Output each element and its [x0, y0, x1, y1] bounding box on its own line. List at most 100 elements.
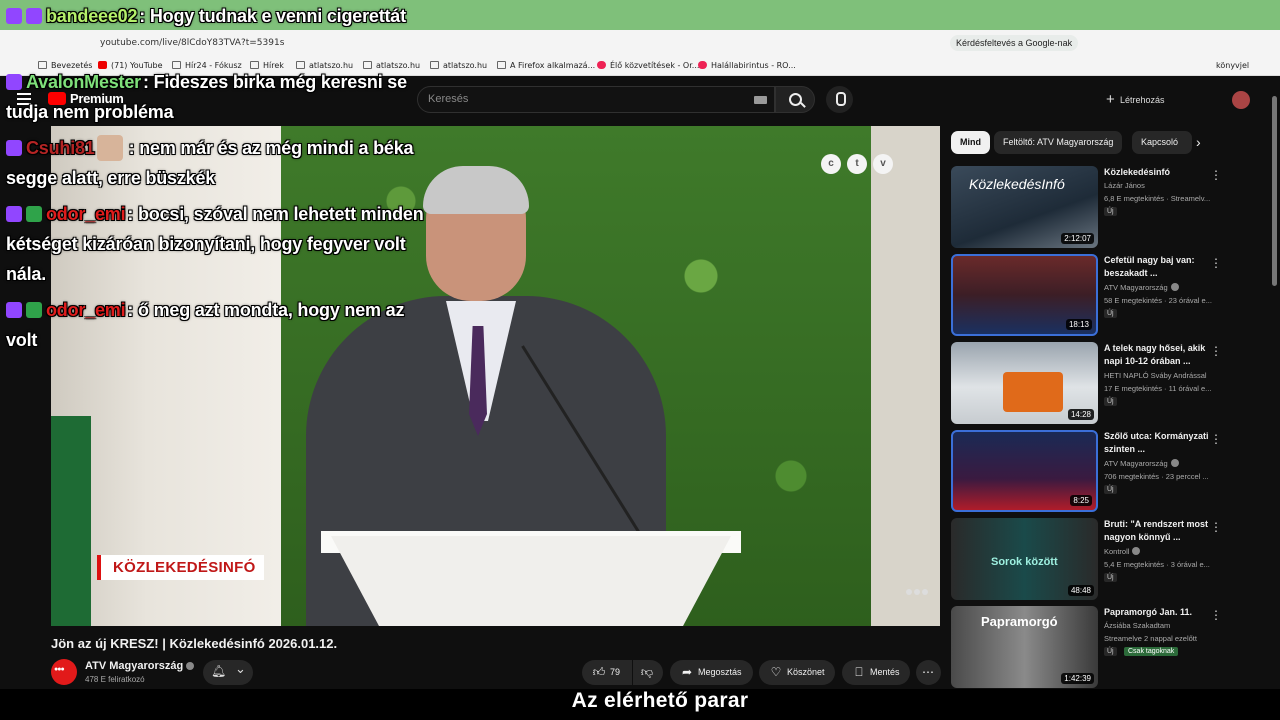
- user-avatar[interactable]: [1232, 91, 1250, 109]
- chat-message: odor_emi: ő meg azt mondta, hogy nem az …: [6, 295, 426, 355]
- recommendation-item[interactable]: Papramorgó 1:42:39 Papramorgó Jan. 11. Á…: [951, 606, 1271, 690]
- search-button[interactable]: [775, 86, 815, 113]
- chat-emote: [96, 135, 123, 161]
- save-button[interactable]: ⎕ Mentés: [842, 660, 910, 685]
- rec-channel[interactable]: Kontroll: [1104, 547, 1141, 556]
- recommendation-item[interactable]: 18:13 Cefetül nagy baj van: beszakadt ..…: [951, 254, 1271, 338]
- recommendation-item[interactable]: 14:28 A telek nagy hősei, akik napi 10-1…: [951, 342, 1271, 426]
- share-button[interactable]: ➦ Megosztás: [670, 660, 753, 685]
- new-badge: Új: [1104, 309, 1117, 318]
- more-vert-icon[interactable]: ⋮: [1210, 344, 1222, 358]
- thanks-icon: ♡: [770, 665, 782, 679]
- search-placeholder: Keresés: [428, 93, 469, 105]
- bookmark-item[interactable]: atlatszo.hu: [430, 59, 487, 73]
- rec-meta: Streamelve 2 nappal ezelőtt: [1104, 634, 1197, 643]
- new-badge: Új: [1104, 573, 1117, 582]
- recommendation-item[interactable]: Sorok között 48:48 Bruti: "A rendszert m…: [951, 518, 1271, 602]
- rec-channel[interactable]: HETI NAPLÓ Sváby Andrással: [1104, 371, 1207, 380]
- duration-badge: 18:13: [1065, 319, 1092, 330]
- bug-letter: v: [873, 154, 893, 174]
- chip-related[interactable]: Kapcsoló: [1132, 131, 1192, 154]
- channel-name[interactable]: ATV Magyarország: [85, 660, 195, 672]
- url-field[interactable]: youtube.com/live/8lCdoY83TVA?t=5391s: [100, 34, 940, 52]
- more-vert-icon[interactable]: ⋮: [1210, 168, 1222, 182]
- star-badge-icon: [26, 8, 42, 24]
- more-vert-icon[interactable]: ⋮: [1210, 432, 1222, 446]
- twitch-icon: [6, 140, 22, 156]
- duration-badge: 2:12:07: [1061, 233, 1094, 244]
- snowplow: [1003, 372, 1063, 412]
- check-badge-icon: [26, 206, 42, 222]
- video-thumbnail[interactable]: Papramorgó 1:42:39: [951, 606, 1098, 688]
- verified-icon: [186, 662, 195, 670]
- rec-title[interactable]: A telek nagy hősei, akik napi 10-12 óráb…: [1104, 342, 1212, 368]
- bug-letter: t: [847, 154, 867, 174]
- chat-message: Csuhi81: nem már és az még mindi a béka …: [6, 133, 426, 193]
- rec-title[interactable]: Cefetül nagy baj van: beszakadt ...: [1104, 254, 1212, 280]
- thumbnail-text: Sorok között: [991, 556, 1058, 568]
- notification-bell-button[interactable]: [203, 660, 253, 685]
- video-thumbnail[interactable]: Sorok között 48:48: [951, 518, 1098, 600]
- thumbnail-text: KözlekedésInfó: [969, 176, 1065, 192]
- rec-channel[interactable]: ATV Magyarország: [1104, 283, 1179, 292]
- channel-avatar[interactable]: [51, 659, 77, 685]
- new-badge: Új: [1104, 647, 1117, 656]
- thanks-button[interactable]: ♡ Köszönet: [759, 660, 835, 685]
- rec-channel[interactable]: Lázár János: [1104, 181, 1145, 190]
- duration-badge: 8:25: [1070, 495, 1092, 506]
- chat-username: bandeee02: [46, 6, 138, 26]
- twitch-icon: [6, 302, 22, 318]
- recommendation-item[interactable]: 8:25 Szőlő utca: Kormányzati szinten ...…: [951, 430, 1271, 514]
- subscriber-count: 478 E feliratkozó: [85, 675, 145, 684]
- video-thumbnail[interactable]: 8:25: [951, 430, 1098, 512]
- chip-uploader[interactable]: Feltöltő: ATV Magyarország: [994, 131, 1123, 154]
- rec-channel[interactable]: Ázsiába Szakadtam: [1104, 621, 1170, 630]
- bookmarks-overflow[interactable]: könyvjel: [1216, 59, 1249, 73]
- members-only-badge: Csak tagoknak: [1124, 647, 1179, 656]
- speaker-hair: [423, 166, 529, 214]
- rec-meta: 5,4 E megtekintés · 3 órával e...: [1104, 560, 1210, 569]
- dislike-button[interactable]: 👎︎: [633, 660, 663, 685]
- atv-dots-icon: [906, 589, 928, 595]
- chat-username: odor_emi: [46, 300, 126, 320]
- video-thumbnail[interactable]: 18:13: [951, 254, 1098, 336]
- twitch-icon: [6, 74, 22, 90]
- rec-channel[interactable]: ATV Magyarország: [1104, 459, 1179, 468]
- ask-google-chip[interactable]: Kérdésfeltevés a Google-nak: [950, 35, 1079, 51]
- share-icon: ➦: [681, 665, 693, 679]
- chat-username: Csuhi81: [26, 138, 95, 158]
- recommendation-item[interactable]: KözlekedésInfó 2:12:07 Közlekedésinfó Lá…: [951, 166, 1271, 250]
- more-actions-button[interactable]: ⋯: [916, 660, 941, 685]
- rec-title[interactable]: Szőlő utca: Kormányzati szinten ...: [1104, 430, 1212, 456]
- check-badge-icon: [26, 302, 42, 318]
- more-vert-icon[interactable]: ⋮: [1210, 608, 1222, 622]
- bookmark-item[interactable]: Élő közvetítések - Or...: [597, 59, 699, 73]
- rec-title[interactable]: Bruti: "A rendszert most nagyon könnyű .…: [1104, 518, 1212, 544]
- new-badge: Új: [1104, 207, 1117, 216]
- subtitle-bar: Az elérhető parar: [0, 689, 1280, 720]
- rec-title[interactable]: Papramorgó Jan. 11.: [1104, 606, 1212, 619]
- like-button[interactable]: 👍︎ 79: [582, 660, 632, 685]
- more-vert-icon[interactable]: ⋮: [1210, 520, 1222, 534]
- bookmark-item[interactable]: Halállabirintus - RO...: [698, 59, 796, 73]
- video-thumbnail[interactable]: KözlekedésInfó 2:12:07: [951, 166, 1098, 248]
- browser-address-bar[interactable]: youtube.com/live/8lCdoY83TVA?t=5391s Kér…: [0, 30, 1280, 56]
- duration-badge: 14:28: [1067, 409, 1094, 420]
- bookmark-item[interactable]: A Firefox alkalmazá...: [497, 59, 595, 73]
- chip-all[interactable]: Mind: [951, 131, 990, 154]
- chevron-right-icon[interactable]: ›: [1196, 134, 1201, 150]
- rec-meta: 706 megtekintés · 23 perccel ...: [1104, 472, 1209, 481]
- sidebar-scrollbar[interactable]: [1271, 86, 1278, 686]
- video-thumbnail[interactable]: 14:28: [951, 342, 1098, 424]
- rec-title[interactable]: Közlekedésinfó: [1104, 166, 1212, 179]
- search-input[interactable]: Keresés: [417, 86, 775, 113]
- firefox-icon: [597, 61, 606, 69]
- more-vert-icon[interactable]: ⋮: [1210, 256, 1222, 270]
- thumbnail-text: Papramorgó: [981, 614, 1058, 629]
- create-button[interactable]: Létrehozás: [1098, 88, 1175, 112]
- keyboard-icon[interactable]: [754, 96, 767, 104]
- lower-third-caption: KÖZLEKEDÉSINFÓ: [97, 555, 264, 580]
- scrollbar-thumb[interactable]: [1272, 96, 1277, 286]
- voice-search-mic-icon[interactable]: [826, 86, 853, 113]
- chat-text: : Hogy tudnak e venni cigerettát: [139, 6, 406, 26]
